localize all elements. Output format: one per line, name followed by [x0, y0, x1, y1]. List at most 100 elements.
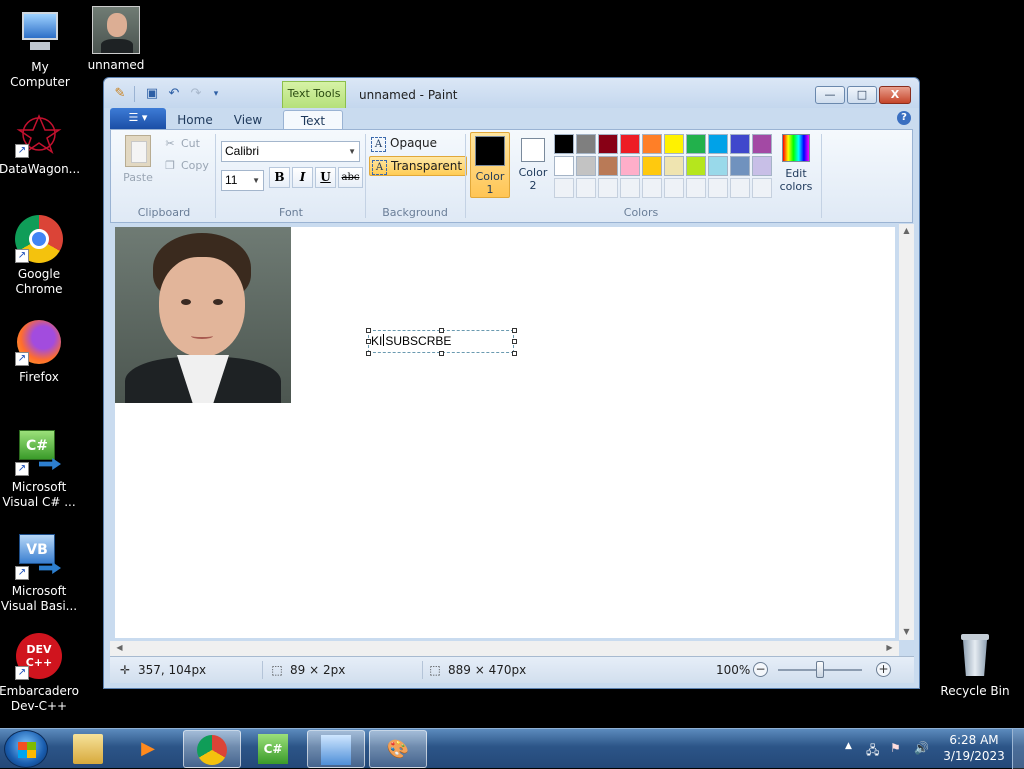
resize-handle[interactable]: [366, 328, 371, 333]
zoom-slider-thumb[interactable]: [816, 661, 824, 678]
palette-swatch[interactable]: [598, 134, 618, 154]
palette-swatch[interactable]: [576, 134, 596, 154]
palette-swatch-empty[interactable]: [752, 178, 772, 198]
horizontal-scrollbar[interactable]: ◀ ▶: [110, 641, 899, 656]
strikethrough-button[interactable]: abc: [338, 167, 363, 188]
taskbar-chrome[interactable]: [183, 730, 241, 768]
desktop-icon-google-chrome[interactable]: ↗ Google Chrome: [0, 215, 79, 297]
title-bar[interactable]: ✎ ▣ ↶ ↷ ▾ Text Tools unnamed - Paint — □…: [104, 78, 919, 108]
palette-swatch[interactable]: [664, 134, 684, 154]
palette-swatch[interactable]: [598, 156, 618, 176]
start-button[interactable]: [4, 730, 48, 768]
desktop-icon-datawagon[interactable]: ↗ DataWagon...: [0, 110, 80, 177]
undo-icon[interactable]: ↶: [166, 86, 182, 102]
maximize-button[interactable]: □: [847, 86, 877, 104]
action-center-flag-icon[interactable]: ⚑: [890, 741, 901, 755]
scroll-right-icon[interactable]: ▶: [882, 643, 897, 652]
palette-swatch[interactable]: [730, 134, 750, 154]
copy-button[interactable]: ❐ Copy: [163, 158, 209, 174]
resize-handle[interactable]: [366, 339, 371, 344]
tab-home[interactable]: Home: [172, 110, 218, 130]
minimize-button[interactable]: —: [815, 86, 845, 104]
font-size-select[interactable]: 11 ▼: [221, 170, 264, 191]
resize-handle[interactable]: [512, 351, 517, 356]
desktop-icon-my-computer[interactable]: My Computer: [0, 8, 80, 90]
palette-swatch-empty[interactable]: [576, 178, 596, 198]
color1-button[interactable]: Color 1: [470, 132, 510, 198]
text-box[interactable]: KI SUBSCRBE: [368, 330, 514, 353]
save-icon[interactable]: ▣: [144, 86, 160, 102]
palette-swatch[interactable]: [554, 156, 574, 176]
palette-swatch[interactable]: [752, 156, 772, 176]
palette-swatch[interactable]: [686, 134, 706, 154]
palette-swatch[interactable]: [620, 134, 640, 154]
paint-menu-button[interactable]: ☰ ▾: [110, 108, 166, 129]
paint-app-icon[interactable]: ✎: [112, 86, 128, 102]
desktop-icon-dev-cpp[interactable]: DEV C++ ↗ Embarcadero Dev-C++: [0, 632, 79, 714]
desktop-icon-visual-basic[interactable]: VB ↗ Microsoft Visual Basi...: [0, 532, 79, 614]
network-icon[interactable]: 🖧: [866, 741, 879, 762]
palette-swatch[interactable]: [642, 156, 662, 176]
palette-swatch-empty[interactable]: [708, 178, 728, 198]
bold-button[interactable]: B: [269, 167, 290, 188]
drawing-canvas[interactable]: KI SUBSCRBE: [115, 227, 895, 638]
scroll-down-icon[interactable]: ▼: [899, 627, 914, 636]
desktop-icon-visual-csharp[interactable]: C# ↗ Microsoft Visual C# ...: [0, 428, 79, 510]
tab-view[interactable]: View: [228, 110, 268, 130]
ribbon: Paste ✂ Cut ❐ Copy Clipboard Calibri ▼ 11 …: [110, 129, 913, 223]
taskbar-visual-csharp[interactable]: C#: [245, 730, 303, 768]
clock[interactable]: 6:28 AM 3/19/2023: [940, 732, 1008, 764]
palette-swatch[interactable]: [576, 156, 596, 176]
show-hidden-icons-icon[interactable]: ▲: [845, 741, 852, 751]
paste-button[interactable]: Paste: [121, 135, 155, 184]
palette-swatch[interactable]: [708, 156, 728, 176]
edit-colors-button[interactable]: Edit colors: [776, 134, 816, 193]
zoom-out-icon[interactable]: −: [753, 662, 768, 677]
palette-swatch[interactable]: [686, 156, 706, 176]
palette-swatch[interactable]: [642, 134, 662, 154]
vertical-scrollbar[interactable]: ▲ ▼: [899, 224, 914, 640]
opaque-option[interactable]: A Opaque: [369, 134, 441, 154]
palette-swatch[interactable]: [752, 134, 772, 154]
help-icon[interactable]: ?: [897, 111, 911, 125]
palette-swatch-empty[interactable]: [664, 178, 684, 198]
cut-button[interactable]: ✂ Cut: [163, 136, 200, 152]
italic-button[interactable]: I: [292, 167, 313, 188]
palette-swatch[interactable]: [554, 134, 574, 154]
font-family-select[interactable]: Calibri ▼: [221, 141, 360, 162]
desktop-icon-unnamed[interactable]: unnamed: [76, 6, 156, 73]
scroll-up-icon[interactable]: ▲: [899, 226, 914, 235]
zoom-in-icon[interactable]: +: [876, 662, 891, 677]
taskbar-media-player[interactable]: ▶: [120, 730, 178, 768]
tab-text[interactable]: Text: [283, 110, 343, 130]
desktop-icon-firefox[interactable]: ↗ Firefox: [0, 318, 79, 385]
taskbar-control-panel[interactable]: [307, 730, 365, 768]
resize-handle[interactable]: [366, 351, 371, 356]
show-desktop-button[interactable]: [1012, 729, 1024, 769]
volume-icon[interactable]: 🔊: [914, 741, 929, 755]
palette-swatch-empty[interactable]: [686, 178, 706, 198]
palette-swatch[interactable]: [730, 156, 750, 176]
resize-handle[interactable]: [439, 351, 444, 356]
palette-swatch-empty[interactable]: [620, 178, 640, 198]
taskbar-explorer[interactable]: [60, 730, 118, 768]
palette-swatch-empty[interactable]: [642, 178, 662, 198]
palette-swatch[interactable]: [620, 156, 640, 176]
close-button[interactable]: X: [879, 86, 911, 104]
palette-swatch[interactable]: [664, 156, 684, 176]
redo-icon[interactable]: ↷: [188, 86, 204, 102]
underline-button[interactable]: U: [315, 167, 336, 188]
color2-button[interactable]: Color 2: [513, 132, 553, 198]
transparent-option[interactable]: A Transparent: [369, 156, 468, 176]
desktop-icon-recycle-bin[interactable]: Recycle Bin: [935, 632, 1015, 699]
palette-swatch-empty[interactable]: [730, 178, 750, 198]
taskbar-paint[interactable]: 🎨: [369, 730, 427, 768]
resize-handle[interactable]: [439, 328, 444, 333]
resize-handle[interactable]: [512, 328, 517, 333]
palette-swatch-empty[interactable]: [598, 178, 618, 198]
scroll-left-icon[interactable]: ◀: [112, 643, 127, 652]
customize-qat-icon[interactable]: ▾: [208, 86, 224, 102]
palette-swatch-empty[interactable]: [554, 178, 574, 198]
palette-swatch[interactable]: [708, 134, 728, 154]
resize-handle[interactable]: [512, 339, 517, 344]
